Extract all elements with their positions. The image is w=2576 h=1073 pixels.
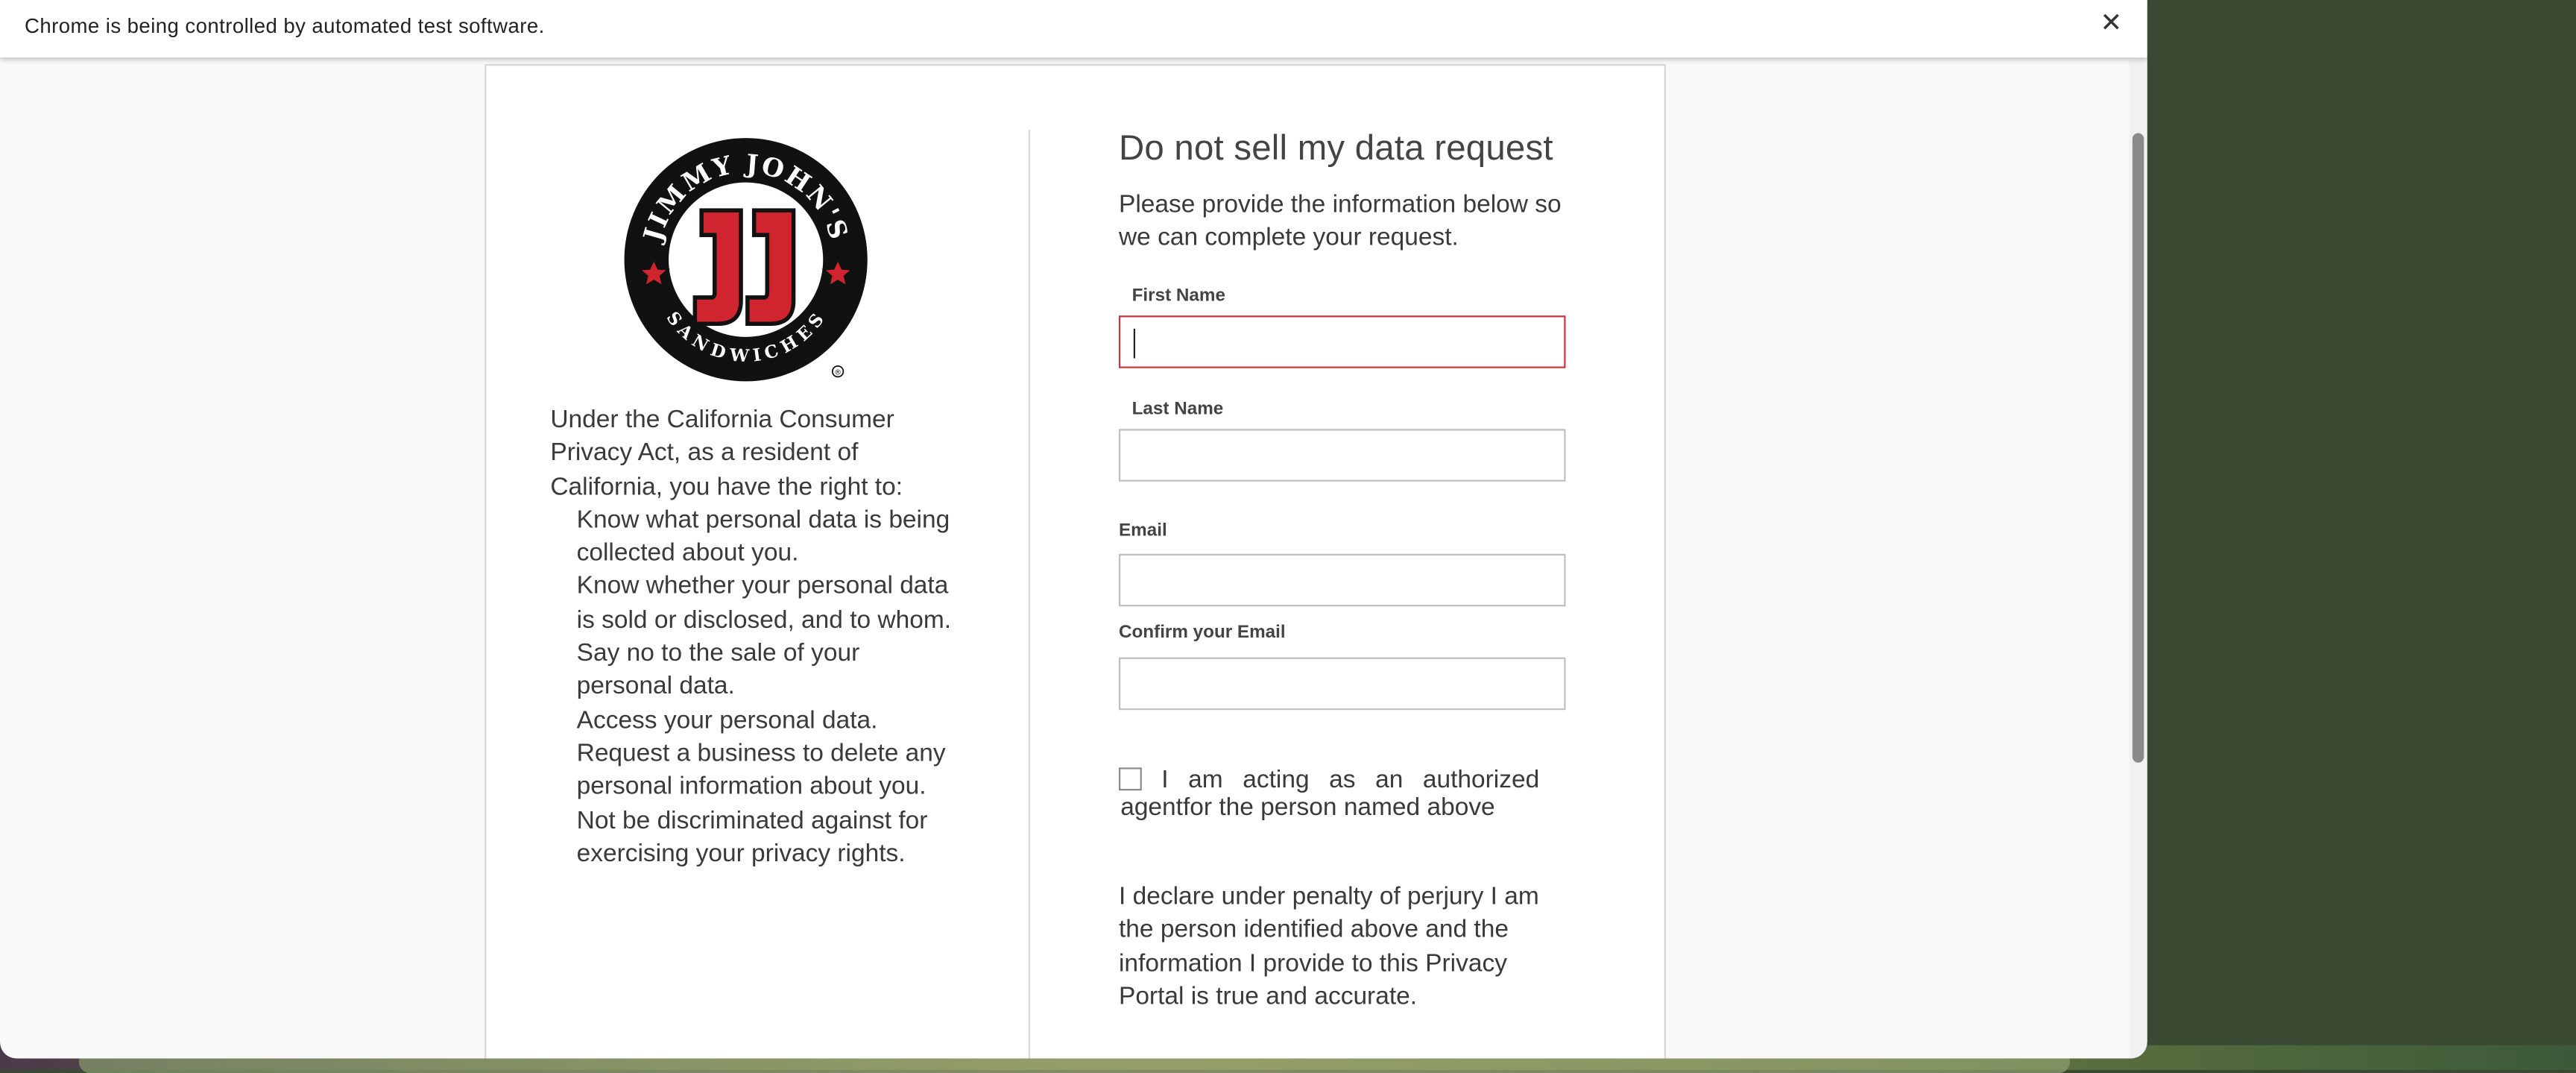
infobar-message: Chrome is being controlled by automated … — [25, 14, 545, 38]
rights-intro: Under the California Consumer Privacy Ac… — [550, 406, 903, 501]
jimmy-johns-logo: JIMMY JOHN'S SANDWICHES ® — [624, 138, 868, 382]
first-name-label: First Name — [1131, 286, 1225, 306]
first-name-field[interactable] — [1118, 315, 1566, 368]
scrollbar-thumb[interactable] — [2132, 133, 2144, 763]
form-subtitle: Please provide the information below so … — [1118, 190, 1562, 252]
confirm-email-field[interactable] — [1118, 657, 1566, 711]
ccpa-rights-text: Under the California Consumer Privacy Ac… — [550, 404, 953, 871]
list-item: Access your personal data. — [576, 706, 878, 734]
rights-list: Know what personal data is being collect… — [550, 504, 953, 871]
authorized-agent-label: I am acting as an authorized agentfor th… — [1120, 766, 1539, 822]
last-name-label: Last Name — [1131, 399, 1224, 420]
agent-label-line2: agentfor the person named above — [1120, 793, 1495, 822]
list-item: Request a business to delete any persona… — [576, 739, 946, 801]
list-item: Know what personal data is being collect… — [576, 506, 950, 567]
page-scrollbar[interactable] — [2129, 59, 2147, 1059]
email-field[interactable] — [1118, 553, 1566, 607]
text-cursor — [1133, 328, 1136, 359]
page-title: Do not sell my data request — [1118, 128, 1553, 168]
privacy-request-card: JIMMY JOHN'S SANDWICHES ® Under the Cali… — [484, 63, 1666, 1059]
perjury-declaration: I declare under penalty of perjury I am … — [1118, 882, 1539, 1011]
automation-infobar: Chrome is being controlled by automated … — [0, 0, 2147, 58]
confirm-email-label: Confirm your Email — [1118, 623, 1286, 643]
close-icon[interactable]: ✕ — [2098, 10, 2124, 40]
list-item: Know whether your personal data is sold … — [576, 573, 952, 635]
list-item: Say no to the sale of your personal data… — [576, 639, 860, 701]
last-name-field[interactable] — [1118, 429, 1566, 482]
registered-mark: ® — [834, 369, 842, 377]
column-divider — [1028, 130, 1030, 1059]
browser-window: Chrome is being controlled by automated … — [0, 0, 2147, 1059]
list-item: Not be discriminated against for exercis… — [576, 806, 928, 868]
agent-label-line1: I am acting as an authorized — [1161, 766, 1540, 794]
email-label: Email — [1118, 520, 1167, 541]
